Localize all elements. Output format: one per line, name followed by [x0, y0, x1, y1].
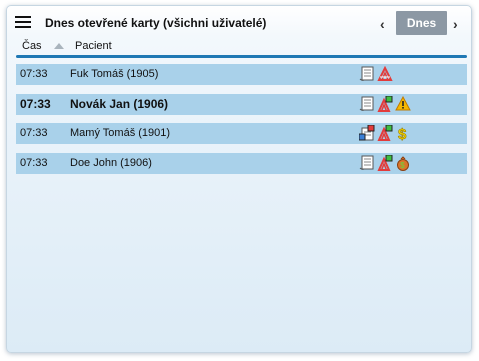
previous-day-button[interactable]: ‹: [380, 17, 385, 31]
row-time: 07:33: [20, 157, 48, 169]
row-patient: Fuk Tomáš (1905): [70, 68, 159, 80]
sort-ascending-icon[interactable]: [54, 43, 64, 49]
next-day-button[interactable]: ›: [453, 17, 458, 31]
document-icon[interactable]: [359, 96, 375, 112]
svg-text:$: $: [398, 126, 407, 141]
table-row[interactable]: 07:33 Fuk Tomáš (1905): [16, 64, 467, 85]
open-cards-panel: Dnes otevřené karty (všichni uživatelé) …: [6, 5, 472, 353]
table-row[interactable]: 07:33 Novák Jan (1906): [16, 94, 467, 115]
header-divider: [16, 55, 467, 58]
allergy-flag-icon[interactable]: [377, 96, 393, 112]
column-header-patient[interactable]: Pacient: [75, 40, 112, 52]
row-patient: Novák Jan (1906): [70, 97, 169, 111]
today-button[interactable]: Dnes: [396, 11, 447, 35]
row-time: 07:33: [20, 97, 51, 111]
table-row[interactable]: 07:33 Doe John (1906) $: [16, 153, 467, 174]
table-row[interactable]: 07:33 Mamý Tomáš (1901) $: [16, 123, 467, 144]
svg-text:$: $: [400, 161, 405, 170]
money-bag-icon[interactable]: $: [395, 155, 411, 171]
warning-icon[interactable]: [395, 96, 411, 112]
row-time: 07:33: [20, 127, 48, 139]
row-patient: Mamý Tomáš (1901): [70, 127, 171, 139]
allergy-icon[interactable]: [377, 66, 393, 82]
document-icon[interactable]: [359, 155, 375, 171]
document-icon[interactable]: [359, 66, 375, 82]
row-patient: Doe John (1906): [70, 157, 152, 169]
allergy-flag-icon[interactable]: [377, 125, 393, 141]
menu-icon[interactable]: [15, 16, 31, 28]
panel-title: Dnes otevřené karty (všichni uživatelé): [45, 16, 267, 30]
column-header-time[interactable]: Čas: [22, 40, 42, 52]
allergy-flag-icon[interactable]: [377, 155, 393, 171]
money-icon[interactable]: $: [395, 125, 411, 141]
document-flag-icon[interactable]: [359, 125, 375, 141]
row-time: 07:33: [20, 68, 48, 80]
